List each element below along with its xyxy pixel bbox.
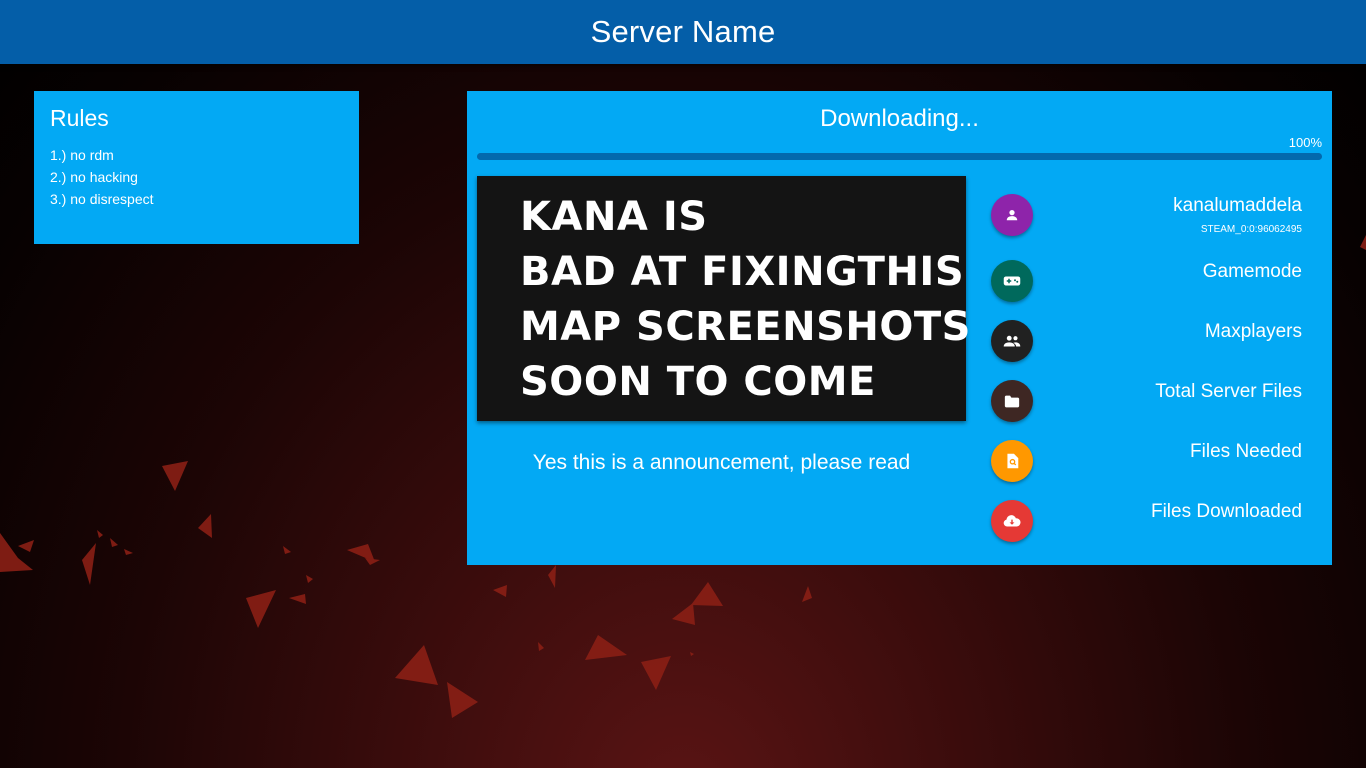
- person-icon: [991, 194, 1033, 236]
- announcement-line: BAD AT FIXINGTHIS: [520, 249, 965, 295]
- maxplayers-row: Maxplayers: [991, 320, 1302, 364]
- announcement-line: KANA IS: [520, 194, 708, 240]
- server-name-title: Server Name: [590, 14, 776, 49]
- files-downloaded-row: Files Downloaded: [991, 500, 1302, 544]
- cloud-download-icon: [991, 500, 1033, 542]
- download-status: Downloading...: [820, 105, 979, 132]
- group-icon: [991, 320, 1033, 362]
- rule-item: 2.) no hacking: [50, 169, 138, 185]
- total-files-row: Total Server Files: [991, 380, 1302, 424]
- gamepad-icon: [991, 260, 1033, 302]
- rule-item: 1.) no rdm: [50, 147, 114, 163]
- download-percent: 100%: [1288, 135, 1322, 150]
- gamemode-row: Gamemode: [991, 260, 1302, 304]
- files-needed-row: Files Needed: [991, 440, 1302, 484]
- total-files-label: Total Server Files: [1155, 381, 1302, 402]
- progress-bar: [477, 153, 1322, 160]
- announcement-image: KANA IS BAD AT FIXINGTHIS MAP SCREENSHOT…: [477, 176, 970, 421]
- announcement-line: MAP SCREENSHOTS: [520, 304, 971, 350]
- player-name: kanalumaddela: [1173, 195, 1302, 216]
- loading-panel: Downloading... 100% KANA IS BAD AT FIXIN…: [467, 91, 1332, 565]
- announcement-line: SOON TO COME: [520, 359, 876, 405]
- rules-title: Rules: [50, 105, 109, 131]
- folder-icon: [991, 380, 1033, 422]
- gamemode-label: Gamemode: [1202, 261, 1302, 282]
- announcement-caption: Yes this is a announcement, please read: [532, 451, 911, 474]
- player-row: kanalumaddela STEAM_0:0:96062495: [991, 194, 1302, 238]
- files-downloaded-label: Files Downloaded: [1150, 501, 1302, 522]
- file-search-icon: [991, 440, 1033, 482]
- maxplayers-label: Maxplayers: [1204, 321, 1302, 342]
- rules-panel: Rules 1.) no rdm 2.) no hacking 3.) no d…: [34, 91, 359, 244]
- top-bar: Server Name: [0, 0, 1366, 64]
- player-steam-id: STEAM_0:0:96062495: [1200, 224, 1302, 235]
- progress-bar-fill: [477, 153, 1322, 160]
- files-needed-label: Files Needed: [1190, 441, 1302, 462]
- rule-item: 3.) no disrespect: [50, 191, 154, 207]
